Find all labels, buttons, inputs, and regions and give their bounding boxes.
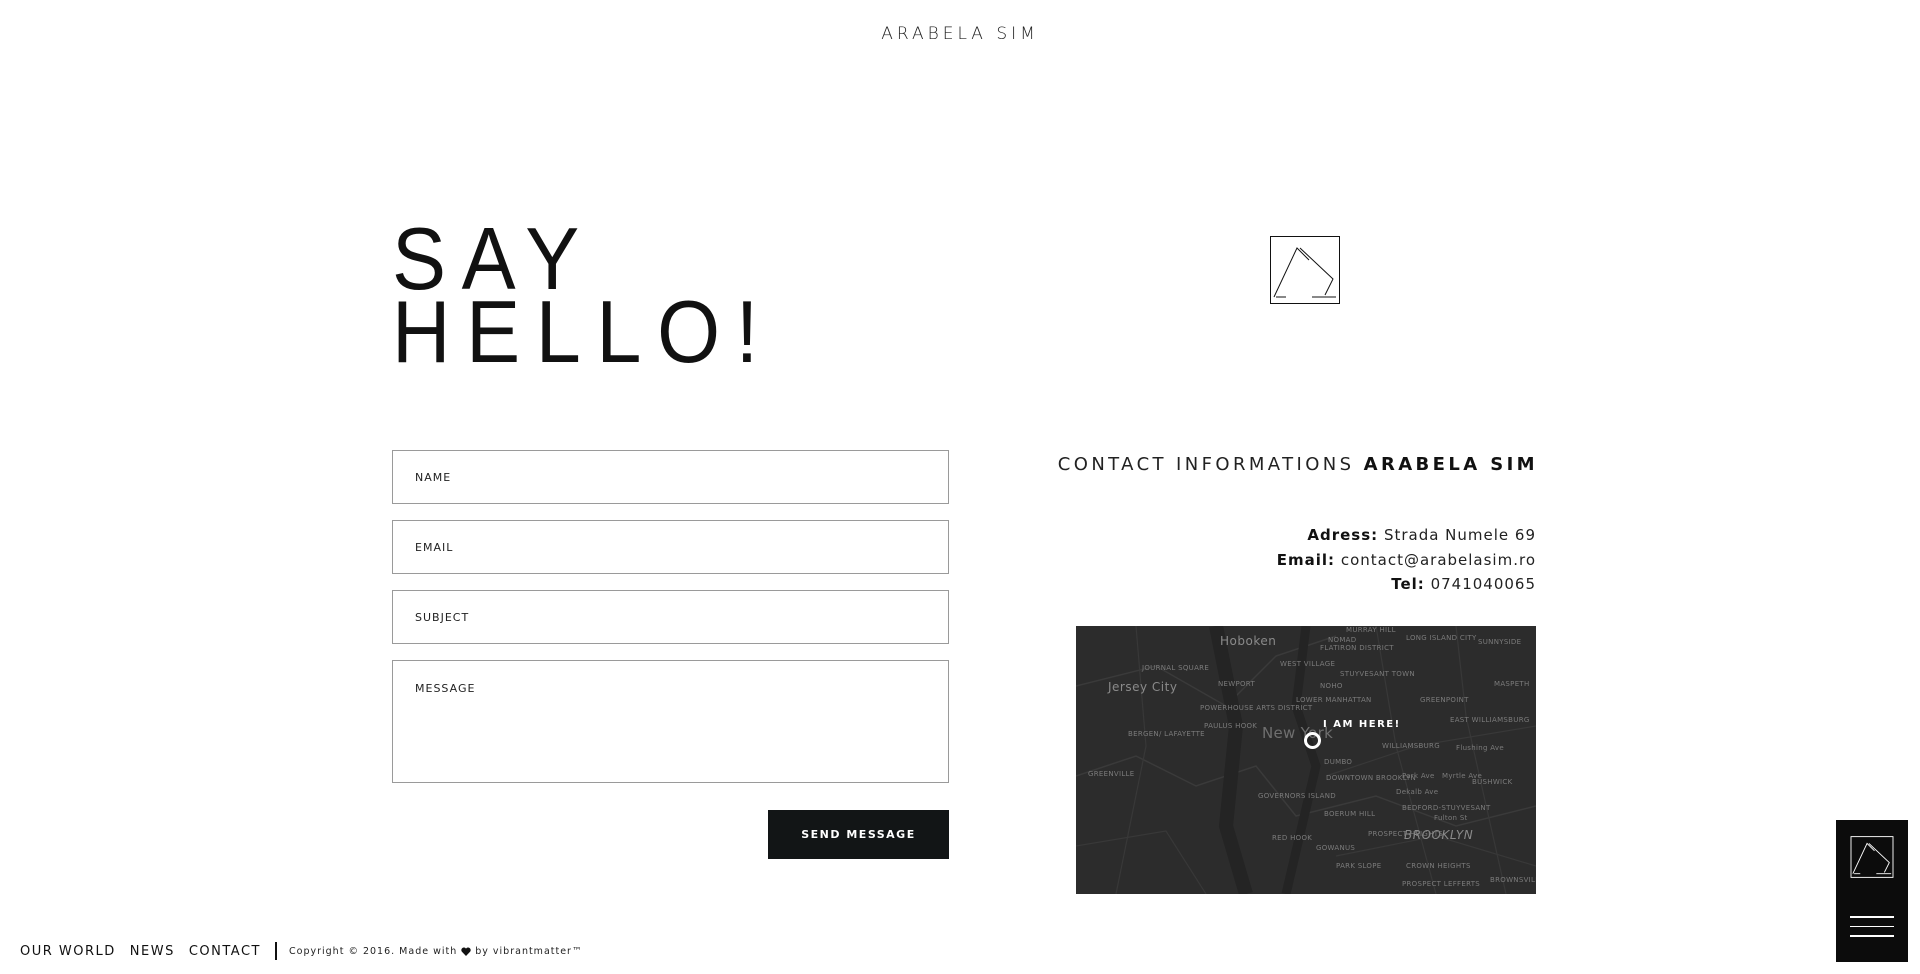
map-label-park-ave: Park Ave xyxy=(1402,772,1435,780)
map-label-noho: NOHO xyxy=(1320,682,1343,690)
copyright-prefix: Copyright © 2016. Made with xyxy=(289,945,458,957)
email-row: Email: contact@arabelasim.ro xyxy=(1050,548,1536,573)
contact-heading-bold: ARABELA SIM xyxy=(1363,454,1538,475)
tel-value[interactable]: 0741040065 xyxy=(1431,575,1536,593)
hamburger-menu-icon[interactable] xyxy=(1850,916,1894,938)
footer-divider xyxy=(275,942,277,960)
title-line-2: HELLO! xyxy=(392,282,774,381)
email-placeholder: EMAIL xyxy=(415,540,454,554)
tel-label: Tel: xyxy=(1391,575,1425,593)
site-brand[interactable]: ARABELA SIM xyxy=(0,24,1920,44)
map-label-newport: NEWPORT xyxy=(1218,680,1256,688)
map-label-greenville: GREENVILLE xyxy=(1088,770,1135,778)
side-menu-panel xyxy=(1836,820,1908,962)
map-label-lower-manhattan: LOWER MANHATTAN xyxy=(1296,696,1372,704)
email-field[interactable]: EMAIL xyxy=(392,520,949,574)
map-label-dumbo: DUMBO xyxy=(1324,758,1353,766)
map-label-murray-hill: MURRAY HILL xyxy=(1346,626,1396,634)
map-label-flushing-ave: Flushing Ave xyxy=(1456,744,1504,752)
map-label-bergen: BERGEN/ LAFAYETTE xyxy=(1128,730,1205,738)
map-label-red-hook: RED HOOK xyxy=(1272,834,1313,842)
contact-details: Adress: Strada Numele 69 Email: contact@… xyxy=(1050,523,1536,597)
map-label-jersey-city: Jersey City xyxy=(1108,680,1178,694)
map-label-fulton-st: Fulton St xyxy=(1434,814,1468,822)
map-label-greenpoint: GREENPOINT xyxy=(1420,696,1469,704)
map-label-journal-square: JOURNAL SQUARE xyxy=(1142,664,1210,672)
name-field[interactable]: NAME xyxy=(392,450,949,504)
copyright-suffix[interactable]: by vibrantmatter™ xyxy=(475,946,582,957)
send-message-button[interactable]: SEND MESSAGE xyxy=(768,810,949,859)
address-label: Adress: xyxy=(1307,526,1379,544)
map-label-powerhouse: POWERHOUSE ARTS DISTRICT xyxy=(1200,704,1313,712)
map-label-long-island-city: LONG ISLAND CITY xyxy=(1406,634,1477,642)
map-label-hoboken: Hoboken xyxy=(1220,634,1277,648)
message-field[interactable]: MESSAGE xyxy=(392,660,949,783)
address-value: Strada Numele 69 xyxy=(1383,526,1536,544)
subject-field[interactable]: SUBJECT xyxy=(392,590,949,644)
map-label-west-village: WEST VILLAGE xyxy=(1280,660,1336,668)
map-label-maspeth: MASPETH xyxy=(1494,680,1530,688)
email-label: Email: xyxy=(1276,550,1336,569)
footer-link-contact[interactable]: CONTACT xyxy=(189,944,261,959)
map-label-park-slope: PARK SLOPE xyxy=(1336,862,1382,870)
map-marker-label: I AM HERE! xyxy=(1323,719,1401,730)
contact-heading-light: CONTACT INFORMATIONS xyxy=(1057,454,1355,475)
contact-form: NAME EMAIL SUBJECT MESSAGE SEND MESSAGE xyxy=(392,450,949,859)
map-label-williamsburg: WILLIAMSBURG xyxy=(1382,742,1440,750)
map-label-crown-heights: CROWN HEIGHTS xyxy=(1406,862,1471,870)
tel-row: Tel: 0741040065 xyxy=(1050,572,1536,597)
map-label-dekalb-ave: Dekalb Ave xyxy=(1396,788,1439,796)
map-label-bedford: BEDFORD-STUYVESANT xyxy=(1402,804,1491,812)
map-label-nomad: NOMAD xyxy=(1328,636,1357,644)
map-label-prospect-lefferts: PROSPECT LEFFERTS xyxy=(1402,880,1481,888)
email-value[interactable]: contact@arabelasim.ro xyxy=(1341,551,1536,569)
map-label-gowanus: GOWANUS xyxy=(1316,844,1356,852)
map-label-governors-island: GOVERNORS ISLAND xyxy=(1258,792,1336,800)
copyright: Copyright © 2016. Made with by vibrantma… xyxy=(289,946,582,957)
map-label-stuyvesant-town: STUYVESANT TOWN xyxy=(1340,670,1415,678)
map-label-boerum-hill: BOERUM HILL xyxy=(1324,810,1376,818)
map-label-flatiron: FLATIRON DISTRICT xyxy=(1320,644,1394,652)
address-row: Adress: Strada Numele 69 xyxy=(1050,523,1536,548)
page-title: SAY HELLO! xyxy=(392,215,807,381)
contact-heading: CONTACT INFORMATIONS ARABELA SIM xyxy=(1050,454,1538,475)
map-pin-icon[interactable] xyxy=(1304,732,1321,749)
map-label-prospect-heights: PROSPECT HEIGHTS xyxy=(1368,830,1444,838)
location-map[interactable]: Hoboken Jersey City New York BROOKLYN JO… xyxy=(1076,626,1536,894)
footer-link-our-world[interactable]: OUR WORLD xyxy=(20,944,116,959)
arabela-logo-icon xyxy=(1270,236,1340,304)
map-label-myrtle-ave: Myrtle Ave xyxy=(1442,772,1483,780)
name-placeholder: NAME xyxy=(415,470,452,484)
subject-placeholder: SUBJECT xyxy=(415,610,470,624)
message-placeholder: MESSAGE xyxy=(415,682,476,695)
map-label-sunnyside: SUNNYSIDE xyxy=(1478,638,1522,646)
footer: OUR WORLD NEWS CONTACT Copyright © 2016.… xyxy=(20,942,582,960)
map-label-east-williamsburg: EAST WILLIAMSBURG xyxy=(1450,716,1530,724)
map-label-brownsville: BROWNSVILLE xyxy=(1490,876,1536,884)
side-logo-icon[interactable] xyxy=(1850,836,1894,878)
footer-link-news[interactable]: NEWS xyxy=(130,944,175,959)
heart-icon xyxy=(461,947,471,956)
map-label-paulus-hook: PAULUS HOOK xyxy=(1204,722,1258,730)
